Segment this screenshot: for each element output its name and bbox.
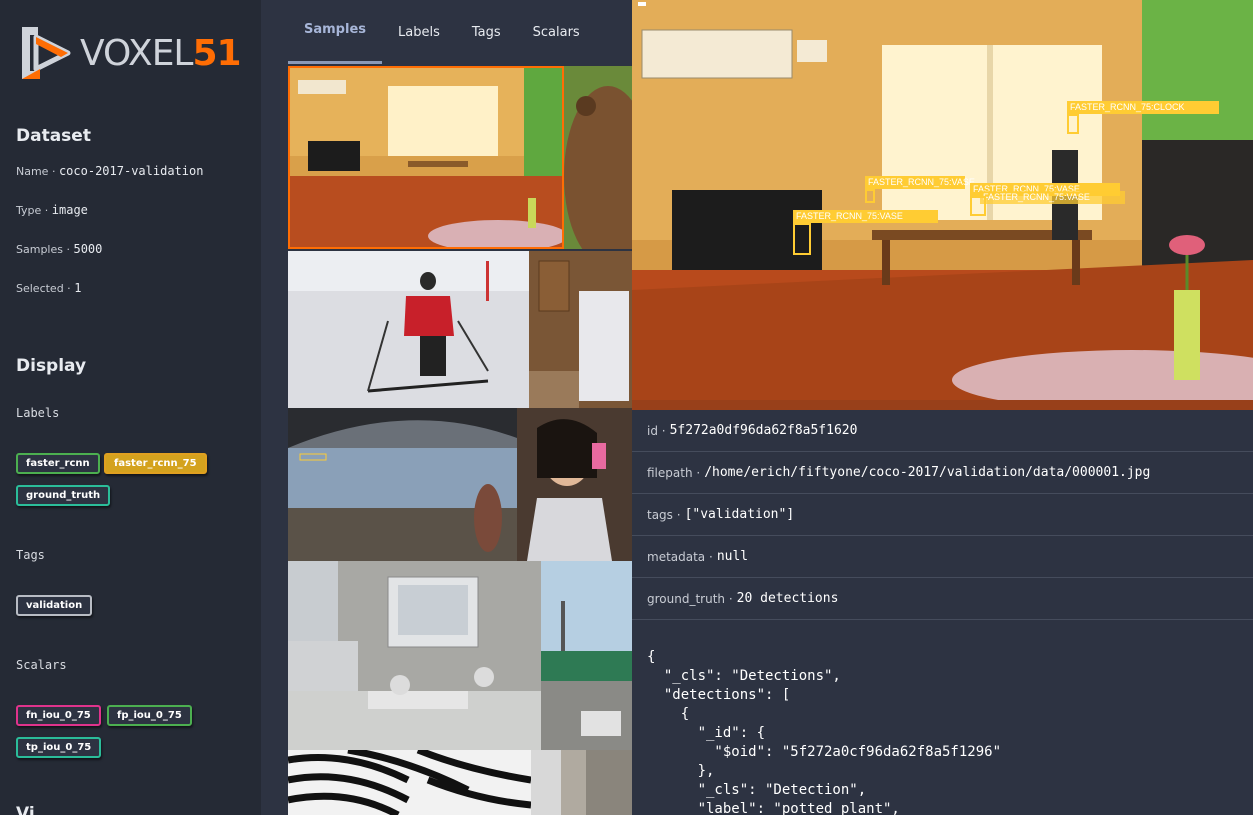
living-room-image — [632, 0, 1253, 410]
scalar-chip-tp-iou[interactable]: tp_iou_0_75 — [16, 737, 102, 758]
sample-field-id: id · 5f272a0df96da62f8a5f1620 — [632, 410, 1253, 452]
sample-field-id-key: id — [647, 423, 658, 438]
tab-tags[interactable]: Tags — [456, 0, 517, 64]
building-thumbnail — [531, 750, 632, 815]
sample-tile-skier[interactable] — [288, 251, 529, 408]
detection-label-clock: FASTER_RCNN_75:CLOCK — [1067, 101, 1219, 114]
detection-box-vase-2 — [970, 196, 986, 216]
json-line: }, — [647, 763, 715, 779]
dataset-samples-value: 5000 — [73, 242, 103, 256]
sample-field-tags: tags · ["validation"] — [632, 494, 1253, 536]
app-root: VOXEL51 Dataset Name · coco-2017-validat… — [0, 0, 1253, 815]
sample-field-tags-value: ["validation"] — [684, 507, 795, 522]
display-title: Display — [16, 356, 87, 376]
view-tabs: Samples Labels Tags Scalars — [288, 0, 596, 64]
next-section-title: Vi... — [16, 804, 55, 815]
dataset-samples-key: Samples — [16, 243, 63, 256]
labels-subtitle: Labels — [16, 406, 60, 420]
json-line: "label": "potted plant", — [647, 801, 900, 815]
viewer-handle-icon[interactable] — [638, 2, 646, 6]
sample-tile-woman-phone[interactable] — [517, 408, 632, 561]
kitchen-thumbnail — [529, 251, 632, 408]
sample-field-filepath: filepath ·/home/erich/fiftyone/coco-2017… — [632, 452, 1253, 494]
sample-tile-living-room[interactable] — [288, 66, 564, 249]
json-line: "_cls": "Detections", — [647, 668, 841, 684]
dataset-name-key: Name — [16, 165, 49, 178]
zebra-thumbnail — [288, 750, 531, 815]
dataset-type-key: Type — [16, 204, 42, 217]
sample-image-viewer[interactable]: FASTER_RCNN_75:CLOCK FASTER_RCNN_75:VASE… — [632, 0, 1253, 410]
logo-voxel-text: VOXEL — [80, 32, 193, 74]
skier-thumbnail — [288, 251, 529, 408]
scalars-subtitle: Scalars — [16, 658, 67, 672]
samples-grid-panel: Samples Labels Tags Scalars — [261, 0, 632, 815]
ground-truth-json: { "_cls": "Detections", "detections": [ … — [647, 648, 1001, 815]
sample-field-id-value: 5f272a0df96da62f8a5f1620 — [669, 423, 858, 438]
sample-tile-street[interactable] — [541, 561, 632, 750]
sample-field-ground-truth[interactable]: ground_truth · 20 detections — [632, 578, 1253, 620]
sample-detail-panel: FASTER_RCNN_75:CLOCK FASTER_RCNN_75:VASE… — [632, 0, 1253, 815]
detection-box-vase-4 — [793, 223, 811, 255]
detection-label-vase-1: FASTER_RCNN_75:VASE — [865, 176, 975, 189]
detection-label-vase-3: FASTER_RCNN_75:VASE — [980, 191, 1125, 204]
sample-tile-computers[interactable] — [288, 561, 541, 750]
sample-tile-zebra[interactable] — [288, 750, 531, 815]
tab-scalars[interactable]: Scalars — [517, 0, 596, 64]
json-line: { — [647, 706, 690, 722]
sample-tile-bridge[interactable] — [288, 408, 517, 561]
dataset-type-field: Type · image — [16, 203, 88, 217]
sample-field-ground-truth-value: 20 detections — [736, 591, 839, 606]
dataset-name-value: coco-2017-validation — [58, 164, 204, 178]
sidebar: VOXEL51 Dataset Name · coco-2017-validat… — [0, 0, 261, 815]
voxel51-logo[interactable]: VOXEL51 — [16, 22, 242, 84]
dataset-samples-field: Samples · 5000 — [16, 242, 103, 256]
detection-box-clock — [1067, 114, 1079, 134]
bear-thumbnail — [564, 66, 632, 249]
detection-box-vase-1 — [865, 189, 875, 203]
bridge-thumbnail — [288, 408, 517, 561]
woman-phone-thumbnail — [517, 408, 632, 561]
tag-chip-validation[interactable]: validation — [16, 595, 93, 616]
sample-field-filepath-value: /home/erich/fiftyone/coco-2017/validatio… — [704, 465, 1151, 480]
label-chip-faster-rcnn[interactable]: faster_rcnn — [16, 453, 100, 474]
json-line: "$oid": "5f272a0cf96da62f8a5f1296" — [647, 744, 1002, 760]
voxel51-wordmark: VOXEL51 — [80, 32, 242, 74]
sample-field-ground-truth-key: ground_truth — [647, 591, 726, 606]
dataset-selected-key: Selected — [16, 282, 64, 295]
tags-subtitle: Tags — [16, 548, 45, 562]
living-room-thumbnail — [288, 66, 564, 249]
tab-labels[interactable]: Labels — [382, 0, 456, 64]
sample-field-tags-key: tags — [647, 507, 673, 522]
sample-tile-building[interactable] — [531, 750, 632, 815]
sample-field-metadata-value: null — [716, 549, 749, 564]
street-thumbnail — [541, 561, 632, 750]
sample-tile-kitchen[interactable] — [529, 251, 632, 408]
scalar-chip-fn-iou[interactable]: fn_iou_0_75 — [16, 705, 101, 726]
dataset-selected-field: Selected · 1 — [16, 281, 82, 295]
json-line: "detections": [ — [647, 687, 791, 703]
logo-51-text: 51 — [192, 32, 242, 74]
dataset-title: Dataset — [16, 126, 91, 146]
sample-field-metadata: metadata · null — [632, 536, 1253, 578]
sample-field-filepath-key: filepath — [647, 465, 693, 480]
tab-samples[interactable]: Samples — [288, 0, 382, 64]
dataset-selected-value: 1 — [74, 281, 82, 295]
sample-tile-bear[interactable] — [564, 66, 632, 249]
label-chip-faster-rcnn-75[interactable]: faster_rcnn_75 — [104, 453, 207, 474]
json-line: { — [647, 649, 656, 665]
dataset-name-field: Name · coco-2017-validation — [16, 164, 204, 178]
json-line: "_id": { — [647, 725, 766, 741]
sample-field-metadata-key: metadata — [647, 549, 706, 564]
voxel51-logo-icon — [22, 27, 71, 79]
label-chip-ground-truth[interactable]: ground_truth — [16, 485, 111, 506]
detection-label-vase-4: FASTER_RCNN_75:VASE — [793, 210, 938, 223]
scalar-chip-fp-iou[interactable]: fp_iou_0_75 — [107, 705, 192, 726]
dataset-type-value: image — [51, 203, 88, 217]
computers-thumbnail — [288, 561, 541, 750]
json-line: "_cls": "Detection", — [647, 782, 867, 798]
